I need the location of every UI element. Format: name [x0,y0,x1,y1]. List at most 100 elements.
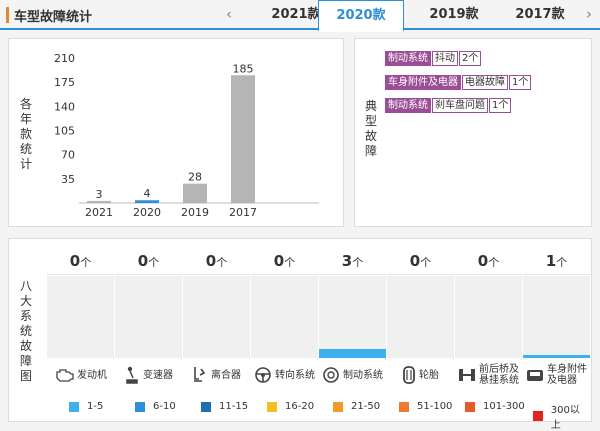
system-label: 发动机 [47,360,114,390]
y-tick-label: 70 [61,149,75,162]
side-label-char: 障 [364,144,377,158]
y-tick-label: 35 [61,173,75,186]
system-count: 0个 [47,247,114,275]
eight-systems-panel: 八 大 系 统 故 障 图 0个 发动机 0个 变速器 0个 离合器 0个 转向… [8,238,592,431]
side-label-char: 年 [19,112,32,126]
count-value: 0 [69,252,81,270]
fault-item[interactable]: 制动系统 抖动 2个 [385,51,482,66]
fault-detail-tag: 电器故障 [462,75,508,90]
system-label: 变速器 [115,360,182,390]
system-bar-area [455,276,522,358]
system-column-transmission[interactable]: 0个 变速器 [115,247,182,391]
bar-2019[interactable] [183,183,207,203]
side-label-char: 计 [19,157,32,171]
clutch-pedal-icon [194,367,206,382]
legend-label: 11-15 [219,401,249,412]
system-column-suspension[interactable]: 0个 前后桥及 悬挂系统 [455,247,522,391]
system-name-line: 及电器 [547,375,577,386]
side-label-char: 系 [19,309,32,323]
legend-swatch [399,401,409,412]
count-value: 0 [137,252,149,270]
bar-2021[interactable] [87,200,111,203]
legend-label: 101-300 [483,401,525,412]
fault-system-tag: 制动系统 [385,51,431,66]
bar-data-label: 4 [144,187,151,200]
count-value: 0 [477,252,489,270]
side-label-char: 统 [19,142,32,156]
system-name-line: 悬挂系统 [479,375,519,386]
legend-label: 300以上 [550,405,580,431]
system-name: 转向系统 [275,369,315,381]
count-value: 1 [545,252,557,270]
system-bar-area [115,276,182,358]
legend-label: 21-50 [351,401,381,412]
legend-item: 1-5 [69,401,103,412]
legend-item: 101-300 [465,401,525,412]
legend-swatch [69,401,79,412]
legend-swatch [465,401,475,412]
system-bar-area [319,276,386,358]
engine-icon [56,369,74,382]
legend-item: 21-50 [333,401,380,412]
system-column-clutch[interactable]: 0个 离合器 [183,247,250,391]
legend-item: 6-10 [135,401,176,412]
system-column-body-electrics[interactable]: 1个 车身附件 及电器 [523,247,590,391]
year-stats-panel: 各 年 款 统 计 35 70 105 140 175 210 3 2021 4 2020 28 20… [8,38,344,227]
side-label-char: 大 [19,294,32,308]
legend-swatch [533,411,543,421]
fault-detail-tag: 刹车盘问题 [432,98,488,113]
system-name: 制动系统 [343,369,383,381]
bar-2017[interactable] [231,75,255,203]
system-column-tire[interactable]: 0个 轮胎 [387,247,454,391]
fault-count-tag: 1个 [509,75,532,90]
fault-system-tag: 制动系统 [385,98,431,113]
legend-label: 51-100 [417,401,453,412]
tab-2017[interactable]: 2017款 [497,0,583,30]
count-value: 0 [409,252,421,270]
fault-detail-tag: 抖动 [432,51,458,66]
tab-2019[interactable]: 2019款 [411,0,497,30]
system-name: 离合器 [211,369,241,381]
tire-icon [403,366,415,384]
y-tick-label: 140 [54,100,75,113]
bar-data-label: 28 [188,171,202,184]
year-stats-side-label: 各 年 款 统 计 [19,97,33,172]
system-column-steering[interactable]: 0个 转向系统 [251,247,318,391]
system-count: 3个 [319,247,386,275]
system-count: 1个 [523,247,590,275]
bar-2020[interactable] [135,200,159,203]
steering-wheel-icon [255,367,271,383]
car-body-icon [527,370,543,381]
tab-2020[interactable]: 2020款 [318,0,404,32]
prev-arrow-icon[interactable]: ‹ [226,5,232,23]
system-bar-area [251,276,318,358]
count-unit: 个 [488,256,500,269]
legend-item: 51-100 [399,401,452,412]
system-column-brake[interactable]: 3个 制动系统 [319,247,386,391]
side-label-char: 故 [364,129,377,143]
fault-system-tag: 车身附件及电器 [385,75,461,90]
count-unit: 个 [216,256,228,269]
fault-item[interactable]: 制动系统 刹车盘问题 1个 [385,98,512,113]
y-tick-label: 175 [54,76,75,89]
system-name: 变速器 [143,369,173,381]
system-column-engine[interactable]: 0个 发动机 [47,247,114,391]
systems-grid: 0个 发动机 0个 变速器 0个 离合器 0个 转向系统 3个 制动系统 0个 … [47,247,591,391]
legend-item: 300以上 [533,401,589,431]
y-tick-label: 210 [54,52,75,65]
system-label: 转向系统 [251,360,318,390]
system-label: 轮胎 [387,360,454,390]
system-bar-area [523,276,590,358]
count-unit: 个 [420,256,432,269]
legend-swatch [333,401,343,412]
side-label-char: 障 [19,354,32,368]
system-count: 0个 [387,247,454,275]
system-count: 0个 [251,247,318,275]
count-unit: 个 [80,256,92,269]
suspension-icon [459,369,475,381]
system-name: 前后桥及 悬挂系统 [479,364,519,386]
system-name: 轮胎 [419,369,439,381]
next-arrow-icon[interactable]: › [586,5,592,23]
system-label: 制动系统 [319,360,386,390]
fault-item[interactable]: 车身附件及电器 电器故障 1个 [385,75,532,90]
